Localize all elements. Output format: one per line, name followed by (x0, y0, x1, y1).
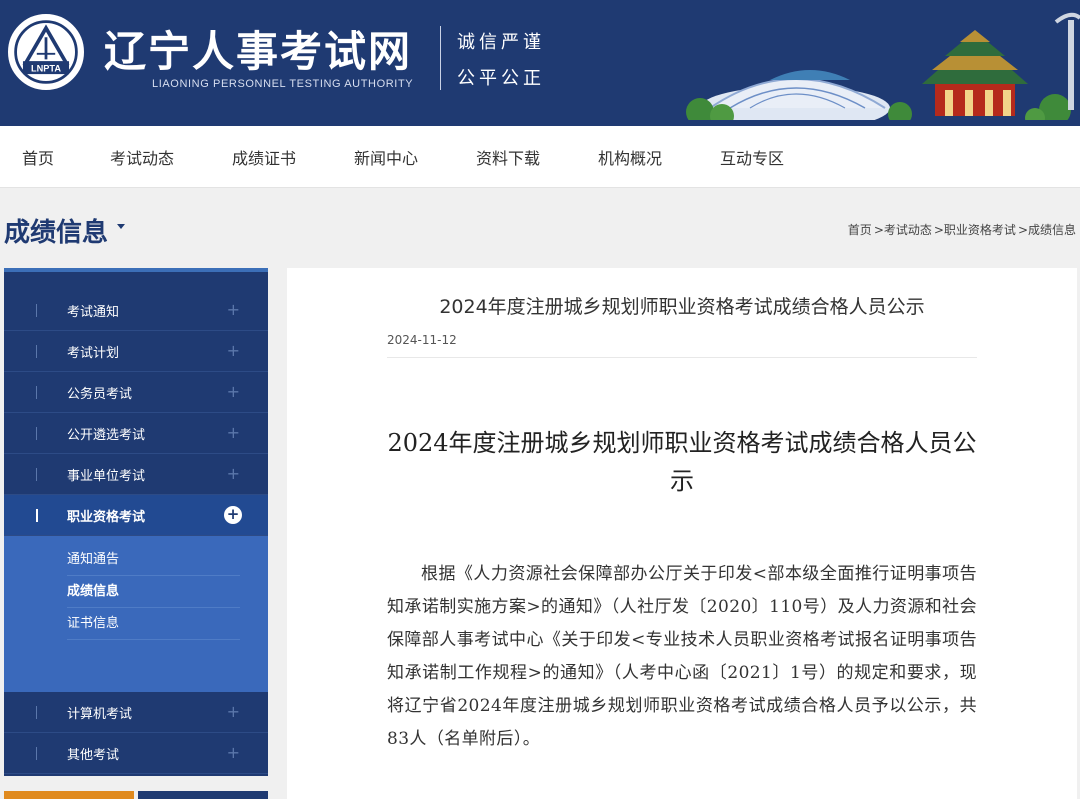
sidebar-item-civil-service[interactable]: 公务员考试 + (4, 372, 268, 413)
plus-icon[interactable]: + (227, 702, 240, 721)
sidebar-submenu: 通知通告 成绩信息 证书信息 (4, 536, 268, 692)
item-marker (36, 427, 37, 440)
plus-icon[interactable]: + (227, 743, 240, 762)
sidebar-item-label: 公开遴选考试 (67, 427, 146, 443)
sidebar-item-label: 其他考试 (67, 747, 120, 763)
header-divider (440, 26, 441, 90)
sidebar-item-label: 公务员考试 (67, 386, 133, 402)
nav-news-center[interactable]: 新闻中心 (332, 145, 454, 169)
plus-icon[interactable]: + (227, 341, 240, 360)
lnpta-logo[interactable]: LNPTA (8, 14, 84, 90)
plus-icon[interactable]: + (227, 423, 240, 442)
sidebar-top-spacer (4, 272, 268, 290)
breadcrumb-home[interactable]: 首页 (848, 223, 872, 237)
item-marker (36, 304, 37, 317)
document-title: 2024年度注册城乡规划师职业资格考试成绩合格人员公示 (387, 429, 977, 495)
breadcrumb-professional-exam[interactable]: >职业资格考试 (934, 223, 1016, 237)
sidebar-item-label: 考试通知 (67, 304, 120, 320)
item-marker (36, 386, 37, 399)
sidebar-item-exam-plans[interactable]: 考试计划 + (4, 331, 268, 372)
submenu-item-certificate-info[interactable]: 证书信息 (67, 608, 240, 640)
item-marker (36, 747, 37, 760)
sidebar-item-public-institution[interactable]: 事业单位考试 + (4, 454, 268, 495)
section-header: 成绩信息 首页 >考试动态 >职业资格考试 >成绩信息 (0, 188, 1080, 268)
item-marker (36, 509, 38, 522)
breadcrumb-score-info[interactable]: >成绩信息 (1018, 223, 1076, 237)
sidebar-item-exam-notices[interactable]: 考试通知 + (4, 290, 268, 331)
logo-emblem-icon: LNPTA (14, 20, 78, 84)
item-marker (36, 706, 37, 719)
section-title: 成绩信息 (4, 218, 109, 248)
breadcrumb: 首页 >考试动态 >职业资格考试 >成绩信息 (846, 221, 1076, 238)
nav-interaction[interactable]: 互动专区 (698, 145, 820, 169)
submenu-item-notices[interactable]: 通知通告 (67, 544, 240, 576)
item-marker (36, 468, 37, 481)
motto-line-1: 诚信严谨 (457, 32, 545, 53)
plus-circle-icon[interactable]: + (224, 506, 242, 524)
article-date: 2024-11-12 (387, 333, 457, 347)
plus-icon[interactable]: + (227, 464, 240, 483)
sidebar-menu: 考试通知 + 考试计划 + 公务员考试 + 公开遴选考试 + 事业单位考试 + … (4, 268, 268, 776)
site-title: 辽宁人事考试网 (104, 27, 413, 76)
article-divider (387, 357, 977, 358)
sidebar-item-label: 职业资格考试 (67, 509, 146, 525)
nav-about[interactable]: 机构概况 (576, 145, 698, 169)
submenu-item-score-info[interactable]: 成绩信息 (67, 576, 240, 608)
nav-exam-news[interactable]: 考试动态 (88, 145, 210, 169)
chevron-down-icon[interactable] (117, 224, 125, 229)
sidebar-item-open-selection[interactable]: 公开遴选考试 + (4, 413, 268, 454)
plus-icon[interactable]: + (227, 382, 240, 401)
sidebar-item-label: 考试计划 (67, 345, 120, 361)
nav-scores-certificates[interactable]: 成绩证书 (210, 145, 332, 169)
motto-line-2: 公平公正 (457, 68, 545, 89)
article-panel: 2024年度注册城乡规划师职业资格考试成绩合格人员公示 2024-11-12 2… (287, 268, 1077, 799)
main-nav: 首页 考试动态 成绩证书 新闻中心 资料下载 机构概况 互动专区 (0, 126, 1080, 188)
sidebar-item-label: 事业单位考试 (67, 468, 146, 484)
site-subtitle: LIAONING PERSONNEL TESTING AUTHORITY (152, 78, 414, 90)
nav-home[interactable]: 首页 (0, 145, 88, 169)
sidebar-bottom-tab-blue[interactable] (138, 791, 268, 799)
banner-landmarks-illustration (660, 12, 1080, 126)
sidebar-item-professional-qualification[interactable]: 职业资格考试 + (4, 495, 268, 536)
nav-downloads[interactable]: 资料下载 (454, 145, 576, 169)
document-body: 根据《人力资源社会保障部办公厅关于印发<部本级全面推行证明事项告知承诺制实施方案… (387, 564, 977, 749)
breadcrumb-exam-news[interactable]: >考试动态 (874, 223, 932, 237)
sidebar-item-computer-exam[interactable]: 计算机考试 + (4, 692, 268, 733)
site-header: LNPTA 辽宁人事考试网 LIAONING PERSONNEL TESTING… (0, 0, 1080, 126)
article-title: 2024年度注册城乡规划师职业资格考试成绩合格人员公示 (439, 296, 925, 318)
plus-icon[interactable]: + (227, 300, 240, 319)
sidebar-bottom-tab-orange[interactable] (4, 791, 134, 799)
logo-text: LNPTA (31, 63, 61, 73)
item-marker (36, 345, 37, 358)
sidebar-item-other-exams[interactable]: 其他考试 + (4, 733, 268, 774)
sidebar-item-label: 计算机考试 (67, 706, 133, 722)
